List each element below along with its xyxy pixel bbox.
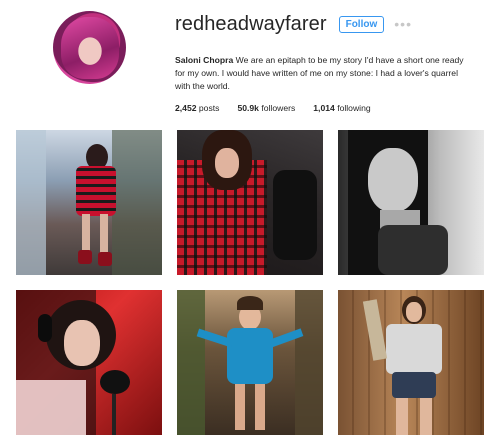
- post-thumbnail[interactable]: [16, 130, 162, 275]
- post-thumbnail[interactable]: [338, 290, 484, 435]
- post-thumbnail[interactable]: [338, 130, 484, 275]
- full-name: Saloni Chopra: [175, 55, 234, 65]
- more-options-icon[interactable]: •••: [394, 17, 412, 31]
- avatar-photo: [61, 17, 119, 79]
- followers-count: 50.9k: [237, 103, 259, 113]
- post-thumbnail[interactable]: [16, 290, 162, 435]
- profile-header: redheadwayfarer Follow ••• Saloni Chopra…: [175, 12, 475, 114]
- post-thumbnail[interactable]: [177, 290, 323, 435]
- profile-stats: 2,452 posts 50.9k followers 1,014 follow…: [175, 103, 475, 113]
- followers-stat[interactable]: 50.9k followers: [237, 103, 295, 113]
- posts-count: 2,452: [175, 103, 197, 113]
- username: redheadwayfarer: [175, 12, 327, 35]
- following-count: 1,014: [313, 103, 335, 113]
- following-label: following: [337, 103, 371, 113]
- post-thumbnail[interactable]: [177, 130, 323, 275]
- followers-label: followers: [261, 103, 296, 113]
- following-stat[interactable]: 1,014 following: [313, 103, 370, 113]
- posts-grid: [16, 130, 484, 444]
- profile-avatar[interactable]: [53, 11, 126, 84]
- username-row: redheadwayfarer Follow •••: [175, 12, 475, 36]
- posts-stat: 2,452 posts: [175, 103, 219, 113]
- profile-bio: Saloni Chopra We are an epitaph to be my…: [175, 54, 475, 93]
- posts-label: posts: [198, 103, 220, 113]
- follow-button[interactable]: Follow: [338, 15, 385, 33]
